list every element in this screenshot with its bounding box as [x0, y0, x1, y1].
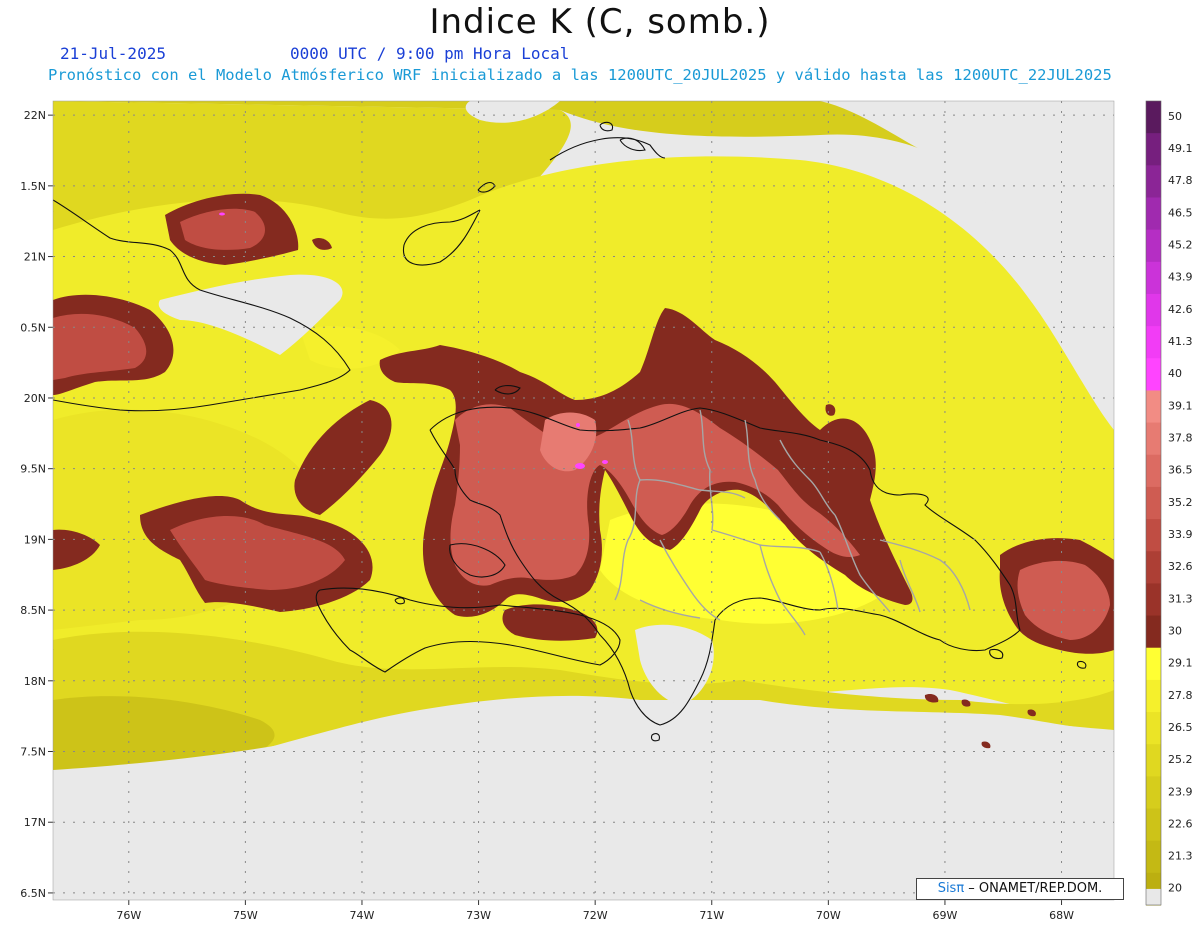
lon-label: 74W	[350, 909, 375, 922]
lon-label: 68W	[1049, 909, 1074, 922]
lat-label: 0.5N	[20, 321, 46, 334]
lat-label: 8.5N	[20, 604, 46, 617]
colorbar-swatch	[1146, 712, 1161, 745]
lat-label: 22N	[24, 109, 46, 122]
colorbar-swatch	[1146, 326, 1161, 359]
colorbar-label: 37.8	[1168, 432, 1193, 445]
lat-label: 1.5N	[20, 180, 46, 193]
colorbar-label: 23.9	[1168, 785, 1193, 798]
colorbar-label: 26.5	[1168, 721, 1193, 734]
colorbar-swatch	[1146, 229, 1161, 263]
colorbar-swatch	[1146, 422, 1161, 456]
colorbar-swatch	[1146, 197, 1161, 231]
lon-label: 75W	[233, 909, 258, 922]
lon-label: 72W	[583, 909, 608, 922]
lat-label: 18N	[24, 675, 46, 688]
credit-brand: Sisπ	[937, 881, 965, 896]
colorbar-label: 35.2	[1168, 496, 1193, 509]
colorbar-label: 42.6	[1168, 303, 1193, 316]
colorbar-swatch	[1146, 390, 1161, 424]
colorbar-label: 32.6	[1168, 560, 1193, 573]
colorbar-label: 22.6	[1168, 817, 1193, 830]
colorbar-label: 21.3	[1168, 850, 1193, 863]
colorbar-swatch	[1146, 358, 1161, 391]
colorbar-swatch	[1146, 101, 1161, 134]
colorbar-swatch	[1146, 519, 1161, 552]
colorbar-label: 30	[1168, 624, 1182, 637]
colorbar-label: 50	[1168, 110, 1182, 123]
colorbar-swatch	[1146, 261, 1161, 295]
k-index-map: 22N 1.5N 21N 0.5N 20N 9.5N 19N 8.5N 18N 7.5N 17N 6.…	[20, 100, 1193, 922]
credit-box: Sisπ – ONAMET/REP.DOM.	[916, 878, 1124, 900]
colorbar-label: 40	[1168, 367, 1182, 380]
colorbar-swatch	[1146, 776, 1161, 810]
colorbar-swatch	[1146, 133, 1161, 166]
colorbar-swatch	[1146, 679, 1161, 713]
lon-label: 70W	[816, 909, 841, 922]
colorbar-swatch	[1146, 744, 1161, 777]
colorbar-swatch	[1146, 615, 1161, 649]
colorbar-label: 49.1	[1168, 142, 1193, 155]
colorbar-label: 47.8	[1168, 174, 1193, 187]
colorbar-label: 20	[1168, 882, 1182, 895]
lat-label: 9.5N	[20, 463, 46, 476]
colorbar-label: 27.8	[1168, 689, 1193, 702]
colorbar-label: 39.1	[1168, 399, 1193, 412]
lat-label: 20N	[24, 392, 46, 405]
colorbar-label: 46.5	[1168, 206, 1193, 219]
lat-label: 19N	[24, 533, 46, 546]
colorbar-swatch	[1146, 293, 1161, 327]
colorbar-label: 29.1	[1168, 657, 1193, 670]
colorbar-swatch	[1146, 808, 1161, 842]
colorbar-swatch	[1146, 840, 1161, 874]
colorbar-label: 45.2	[1168, 239, 1193, 252]
colorbar-swatch	[1146, 551, 1161, 584]
colorbar-swatch	[1146, 486, 1161, 520]
credit-text: – ONAMET/REP.DOM.	[964, 881, 1103, 896]
colorbar-label: 25.2	[1168, 753, 1193, 766]
lon-label: 76W	[116, 909, 141, 922]
colorbar-label: 33.9	[1168, 528, 1193, 541]
lon-label: 73W	[466, 909, 491, 922]
lat-label: 21N	[24, 251, 46, 264]
lat-label: 7.5N	[20, 746, 46, 759]
lat-label: 17N	[24, 816, 46, 829]
colorbar-label: 43.9	[1168, 271, 1193, 284]
lat-label: 6.5N	[20, 887, 46, 900]
colorbar-label: 36.5	[1168, 464, 1193, 477]
colorbar: 50 49.1 47.8 46.5 45.2 43.9 42.6 41.3 40 39.1 37.8…	[1145, 100, 1193, 906]
colorbar-swatch	[1146, 647, 1161, 681]
colorbar-swatch	[1146, 165, 1161, 198]
colorbar-swatch	[1146, 454, 1161, 488]
colorbar-label: 31.3	[1168, 592, 1193, 605]
colorbar-bottom-swatch	[1146, 888, 1161, 905]
colorbar-label: 41.3	[1168, 335, 1193, 348]
colorbar-swatch	[1146, 583, 1161, 617]
lon-label: 71W	[699, 909, 724, 922]
lon-label: 69W	[933, 909, 958, 922]
